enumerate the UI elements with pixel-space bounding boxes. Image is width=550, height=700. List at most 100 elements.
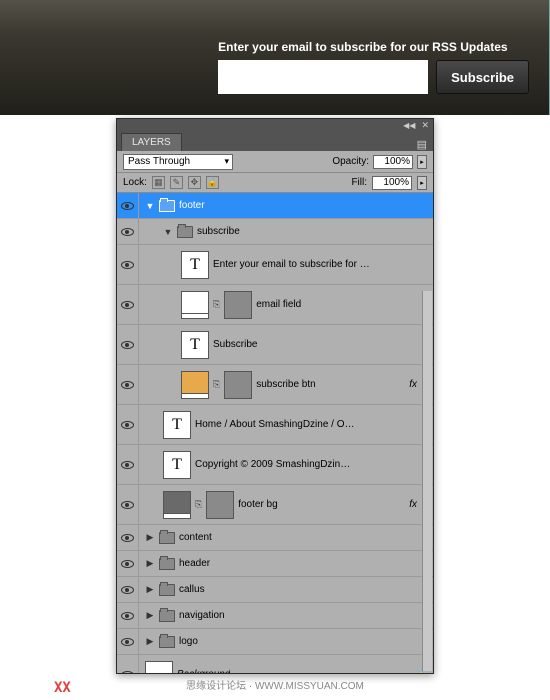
layer-row[interactable]: TSubscribe [117, 325, 433, 365]
eye-icon [121, 501, 134, 509]
layer-content: ▶ content [139, 525, 433, 550]
layer-name-label[interactable]: callus [179, 584, 205, 595]
fx-badge[interactable]: fx [409, 499, 417, 510]
shape-layer-thumb [181, 371, 209, 399]
folder-icon [159, 584, 175, 596]
visibility-toggle[interactable] [117, 193, 139, 218]
disclosure-triangle-icon[interactable]: ▶ [145, 558, 155, 569]
layer-row[interactable]: TCopyright © 2009 SmashingDzine | Privac… [117, 445, 433, 485]
lock-all-icon[interactable]: 🔒 [206, 176, 219, 189]
visibility-toggle[interactable] [117, 603, 139, 628]
layer-row[interactable]: ▶ header [117, 551, 433, 577]
layer-name-label[interactable]: Background [177, 669, 230, 673]
layer-name-label[interactable]: subscribe [197, 226, 240, 237]
layer-content: Background🔒 [139, 655, 433, 673]
layer-name-label[interactable]: Enter your email to subscribe for our RS… [213, 259, 373, 270]
eye-icon [121, 461, 134, 469]
layer-row[interactable]: T Enter your email to subscribe for our R… [117, 245, 433, 285]
eye-icon [121, 671, 134, 674]
layer-name-label[interactable]: content [179, 532, 212, 543]
disclosure-triangle-icon[interactable]: ▼ [163, 227, 173, 237]
layer-name-label[interactable]: subscribe btn [256, 379, 315, 390]
visibility-toggle[interactable] [117, 405, 139, 444]
visibility-toggle[interactable] [117, 365, 139, 404]
visibility-toggle[interactable] [117, 285, 139, 324]
layer-row[interactable]: ⎘ email field [117, 285, 433, 325]
visibility-toggle[interactable] [117, 219, 139, 244]
layer-row[interactable]: ⎘footer bgfx▸ [117, 485, 433, 525]
visibility-toggle[interactable] [117, 525, 139, 550]
layer-name-label[interactable]: footer [179, 200, 205, 211]
visibility-toggle[interactable] [117, 325, 139, 364]
layer-name-label[interactable]: logo [179, 636, 198, 647]
layer-content: TCopyright © 2009 SmashingDzine | Privac… [139, 445, 433, 484]
subscribe-button[interactable]: Subscribe [436, 60, 529, 94]
disclosure-triangle-icon[interactable]: ▼ [145, 201, 155, 211]
layers-scrollbar[interactable] [422, 291, 432, 671]
eye-icon [121, 381, 134, 389]
watermark-text: 思缘设计论坛 · WWW.MISSYUAN.COM [186, 677, 364, 692]
layer-row[interactable]: ▶ content [117, 525, 433, 551]
text-layer-thumb: T [163, 411, 191, 439]
layer-row[interactable]: ▼ subscribe [117, 219, 433, 245]
layer-row[interactable]: ▼ footer [117, 193, 433, 219]
lock-transparency-icon[interactable]: ▦ [152, 176, 165, 189]
disclosure-triangle-icon[interactable]: ▶ [145, 532, 155, 543]
folder-icon [159, 558, 175, 570]
layer-row[interactable]: Background🔒 [117, 655, 433, 673]
eye-icon [121, 301, 134, 309]
layer-content: ⎘subscribe btnfx▸ [139, 365, 433, 404]
link-icon: ⎘ [213, 299, 220, 310]
layer-name-label[interactable]: Copyright © 2009 SmashingDzine | Privac.… [195, 459, 355, 470]
email-field[interactable] [218, 60, 428, 94]
link-icon: ⎘ [195, 499, 202, 510]
layer-name-label[interactable]: Subscribe [213, 339, 257, 350]
opacity-input[interactable]: 100% [373, 155, 413, 169]
layer-row[interactable]: ▶ navigation [117, 603, 433, 629]
visibility-toggle[interactable] [117, 551, 139, 576]
blend-opacity-row: Pass Through Opacity: 100% ▸ [117, 151, 433, 173]
layer-row[interactable]: T Home / About SmashingDzine / Our Serv..… [117, 405, 433, 445]
lock-position-icon[interactable]: ✥ [188, 176, 201, 189]
lock-pixels-icon[interactable]: ✎ [170, 176, 183, 189]
panel-menu-icon[interactable]: ▤ [417, 138, 427, 151]
blend-mode-select[interactable]: Pass Through [123, 154, 233, 170]
layer-name-label[interactable]: email field [256, 299, 301, 310]
visibility-toggle[interactable] [117, 577, 139, 602]
layer-content: ⎘footer bgfx▸ [139, 485, 433, 524]
layer-content: ⎘ email field [139, 285, 433, 324]
folder-icon [177, 226, 193, 238]
folder-icon [159, 636, 175, 648]
opacity-slider-icon[interactable]: ▸ [417, 155, 427, 169]
shape-layer-thumb [181, 291, 209, 319]
layer-content: ▶ header [139, 551, 433, 576]
panel-collapse-icon[interactable]: ◀◀ [403, 121, 415, 130]
disclosure-triangle-icon[interactable]: ▶ [145, 610, 155, 621]
fx-badge[interactable]: fx [409, 379, 417, 390]
layer-content: ▼ subscribe [139, 219, 433, 244]
visibility-toggle[interactable] [117, 445, 139, 484]
visibility-toggle[interactable] [117, 655, 139, 673]
layer-content: T Home / About SmashingDzine / Our Serv..… [139, 405, 433, 444]
text-layer-thumb: T [181, 251, 209, 279]
layer-row[interactable]: ⎘subscribe btnfx▸ [117, 365, 433, 405]
visibility-toggle[interactable] [117, 485, 139, 524]
layers-panel: ◀◀ ✕ LAYERS ▤ Pass Through Opacity: 100%… [116, 118, 434, 674]
eye-icon [121, 202, 134, 210]
layer-name-label[interactable]: header [179, 558, 210, 569]
disclosure-triangle-icon[interactable]: ▶ [145, 584, 155, 595]
visibility-toggle[interactable] [117, 245, 139, 284]
layer-name-label[interactable]: footer bg [238, 499, 277, 510]
disclosure-triangle-icon[interactable]: ▶ [145, 636, 155, 647]
layer-row[interactable]: ▶ logo [117, 629, 433, 655]
mask-thumb [224, 371, 252, 399]
layer-row[interactable]: ▶ callus [117, 577, 433, 603]
lock-label: Lock: [123, 177, 147, 188]
fill-input[interactable]: 100% [372, 176, 412, 190]
visibility-toggle[interactable] [117, 629, 139, 654]
fill-slider-icon[interactable]: ▸ [417, 176, 427, 190]
panel-close-icon[interactable]: ✕ [421, 120, 429, 131]
tab-layers[interactable]: LAYERS [121, 133, 182, 151]
layer-name-label[interactable]: navigation [179, 610, 225, 621]
layer-name-label[interactable]: Home / About SmashingDzine / Our Serv... [195, 419, 355, 430]
